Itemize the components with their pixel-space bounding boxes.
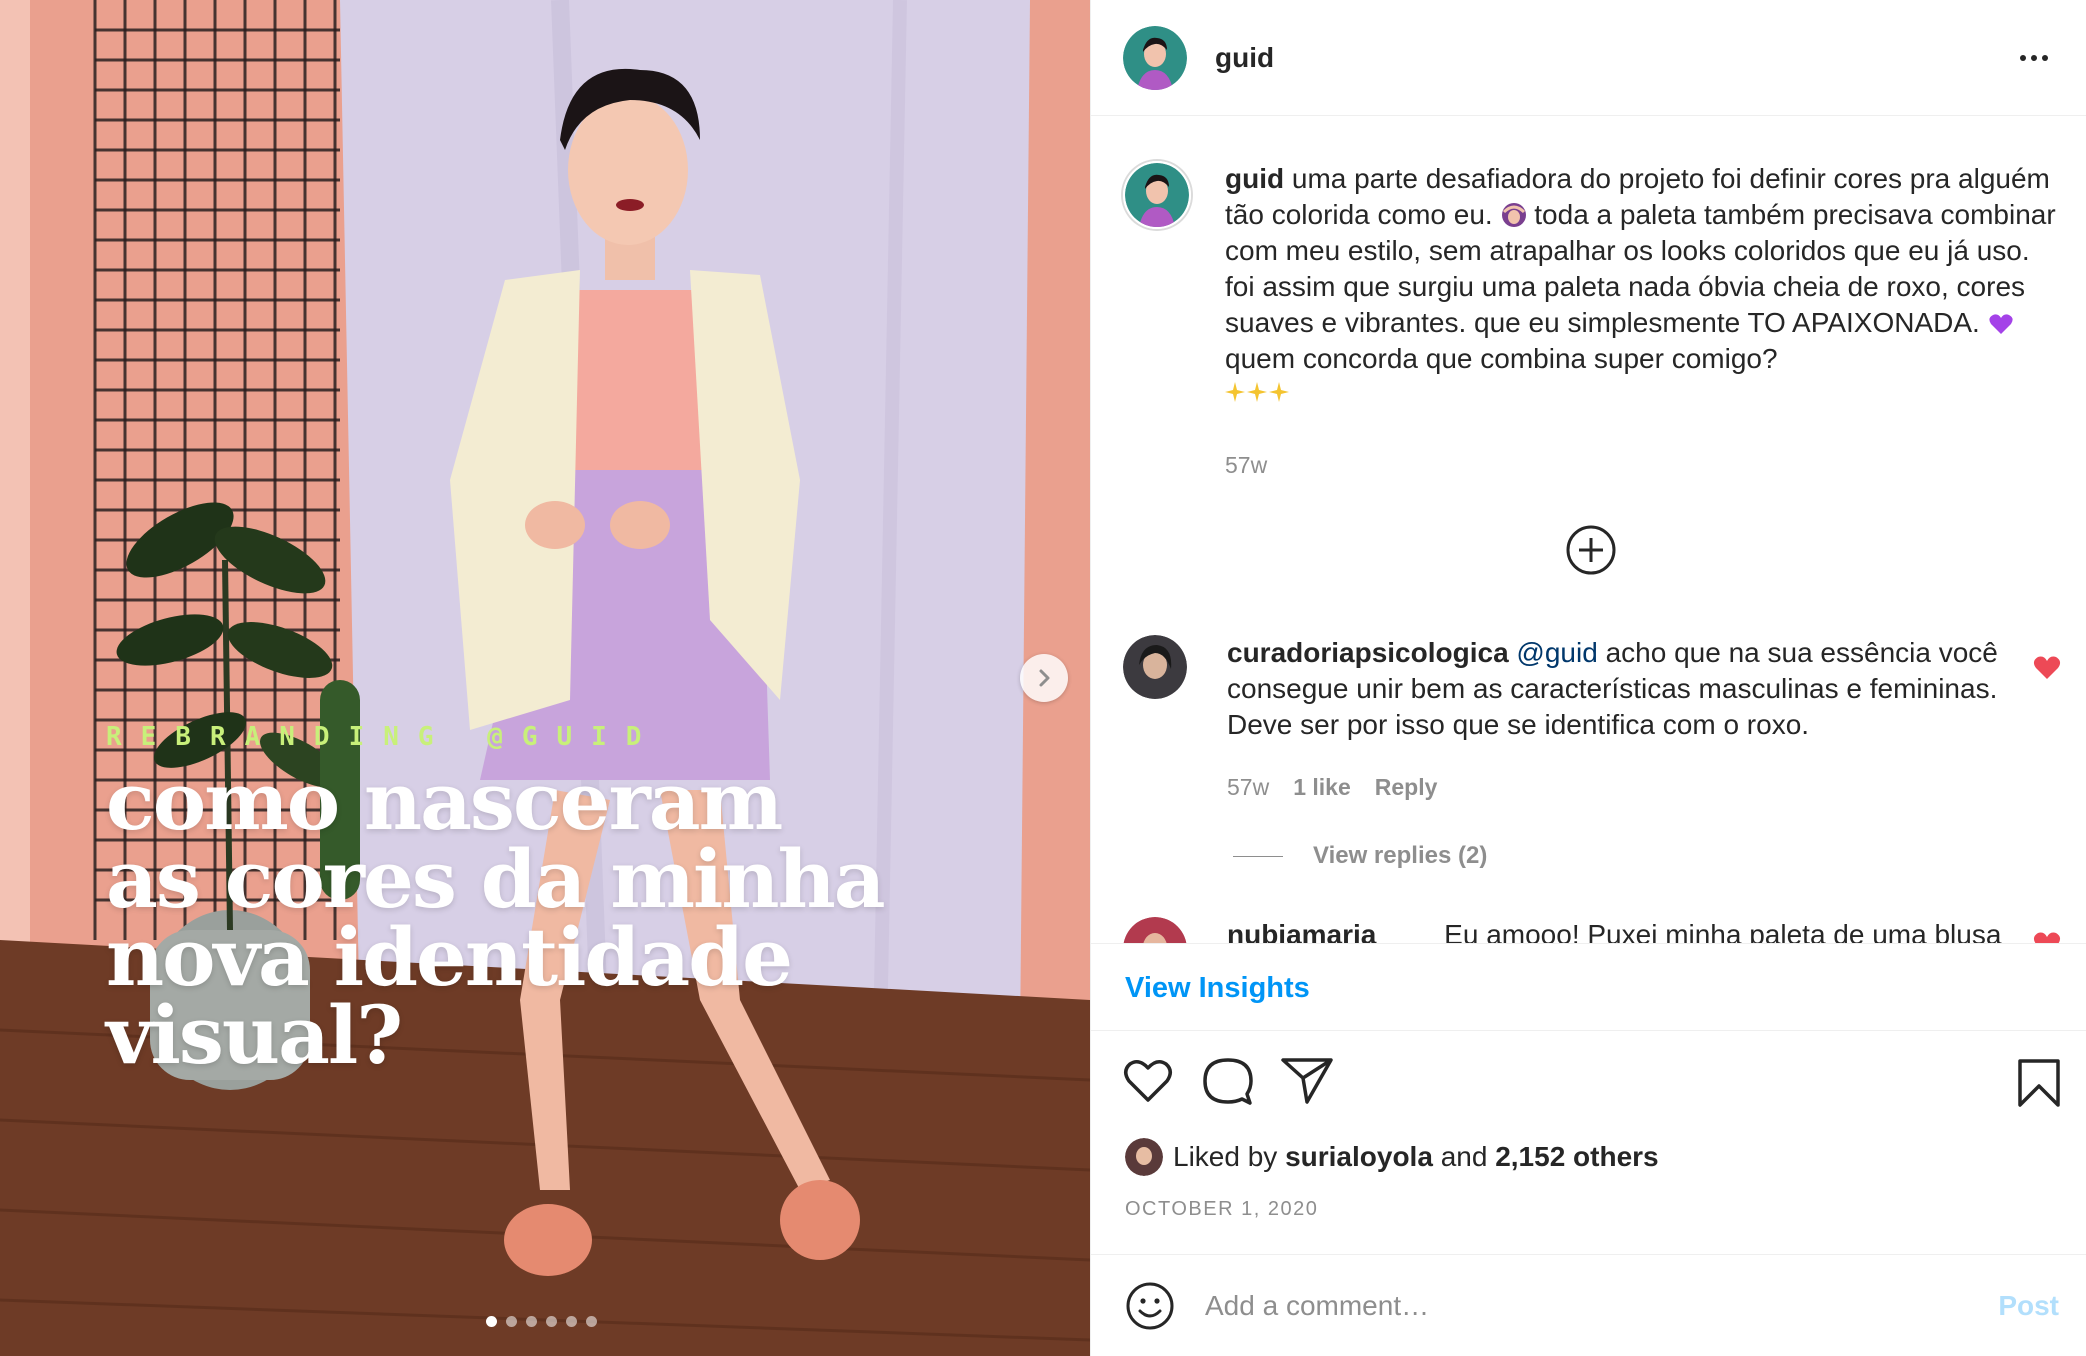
post-comment-button[interactable]: Post [1998,1290,2059,1322]
reply-button[interactable]: Reply [1375,769,1438,805]
comment-body: nubiamaria Eu amooo! Puxei minha paleta … [1227,917,2001,943]
carousel-dot [586,1316,597,1327]
caption-body: guid uma parte desafiadora do projeto fo… [1225,161,2063,483]
more-options-icon[interactable] [2010,43,2058,73]
woman-gesturing-ok-icon [1501,203,1526,227]
add-comment-bar: Post [1091,1254,2086,1356]
post-sidebar: guid guid uma parte desafiadora do proje… [1090,0,2086,1356]
liker-username[interactable]: surialoyola [1285,1141,1433,1173]
view-insights-link[interactable]: View Insights [1125,972,1310,1005]
caption-timestamp[interactable]: 57w [1225,447,2063,483]
share-paper-plane-icon[interactable] [1281,1056,1333,1106]
comment-item: curadoriapsicologica @guid acho que na s… [1123,635,2083,805]
avatar-image [1123,917,1187,943]
overlay-kicker: REBRANDING @GUID [106,722,661,752]
avatar-image [1125,1138,1163,1176]
headline-line: como nasceram [106,754,783,848]
likes-prefix: Liked by [1173,1141,1278,1172]
carousel-indicator [486,1316,597,1327]
likes-and: and [1440,1141,1488,1172]
load-more-comments-icon[interactable] [1566,525,1616,575]
comment-liked-heart-icon[interactable] [2033,931,2061,943]
carousel-dot [546,1316,557,1327]
comment-likes[interactable]: 1 like [1293,769,1351,805]
carousel-dot [566,1316,577,1327]
post-caption: guid uma parte desafiadora do projeto fo… [1123,161,2063,483]
avatar-image [1125,163,1189,227]
save-bookmark-icon[interactable] [2017,1058,2061,1108]
post-actions [1091,1032,2086,1127]
carousel-dot [526,1316,537,1327]
comments-area: guid uma parte desafiadora do projeto fo… [1091,117,2086,943]
carousel-dot [486,1316,497,1327]
avatar-image [1123,25,1187,90]
comment-body: curadoriapsicologica @guid acho que na s… [1227,635,2017,805]
comment-username[interactable]: nubiamaria [1227,919,1376,943]
comment-mention[interactable]: @guid [1516,637,1597,668]
comment-bubble-icon[interactable] [1203,1056,1253,1106]
insights-bar: View Insights [1091,943,2086,1031]
carousel-next-button[interactable] [1020,654,1068,702]
sparkles-glyphs [1225,382,1289,402]
caption-username[interactable]: guid [1225,163,1284,194]
sparkles-icon [1225,377,2063,413]
comment-item: nubiamaria Eu amooo! Puxei minha paleta … [1123,917,2083,943]
comment-timestamp[interactable]: 57w [1227,769,1269,805]
comment-meta: 57w 1 like Reply [1227,769,2017,805]
purple-heart-icon [1988,314,2013,334]
post-header: guid [1091,0,2086,116]
avatar-image [1123,635,1187,699]
post-image: REBRANDING @GUID como nasceram as cores … [0,0,1090,1356]
likes-others-count[interactable]: 2,152 others [1495,1141,1658,1173]
comment-username[interactable]: curadoriapsicologica [1227,637,1509,668]
caption-text: quem concorda que combina super comigo? [1225,343,1778,374]
comment-input[interactable] [1205,1289,1999,1322]
view-replies-button[interactable]: View replies (2) [1233,842,1487,870]
like-heart-icon[interactable] [1123,1058,1173,1104]
view-replies-label: View replies (2) [1313,842,1488,869]
post-date[interactable]: OCTOBER 1, 2020 [1125,1198,1318,1221]
emoji-picker-icon[interactable] [1125,1281,1175,1331]
chevron-right-icon [1039,669,1050,687]
commenter-avatar[interactable] [1123,635,1187,699]
commenter-avatar[interactable] [1123,917,1187,943]
author-avatar[interactable] [1123,25,1187,90]
headline-line: as cores da minha [106,832,886,926]
replies-divider [1233,855,1283,857]
likes-summary: Liked by surialoyola and 2,152 others [1125,1138,1659,1176]
overlay-headline: como nasceram as cores da minha nova ide… [106,754,1006,1082]
headline-line: nova identidade [106,910,793,1004]
author-username[interactable]: guid [1215,42,2010,74]
headline-line: visual? [106,988,403,1082]
comment-liked-heart-icon[interactable] [2033,655,2061,681]
photo-scene [0,0,1090,1356]
carousel-dot [506,1316,517,1327]
comment-text: Eu amooo! Puxei minha paleta de uma blus… [1444,919,2002,943]
caption-avatar[interactable] [1123,161,1191,229]
liker-avatar[interactable] [1125,1138,1163,1176]
